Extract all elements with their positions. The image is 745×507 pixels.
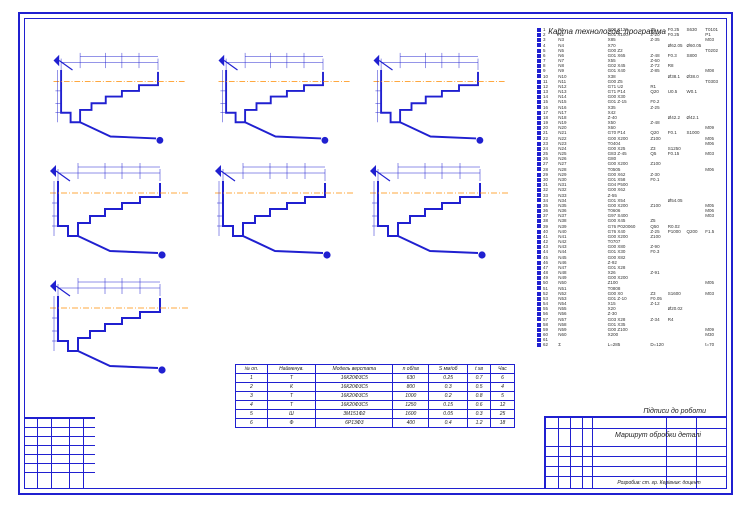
ops-header: Модель верстата: [316, 365, 393, 374]
machining-view-7: [50, 276, 190, 376]
ops-cell: 16К20Ф3С5: [316, 401, 393, 410]
ops-cell: 0.5: [468, 383, 491, 392]
ops-cell: 400: [393, 419, 429, 428]
ops-cell: 0.25: [429, 374, 468, 383]
ops-cell: 16К20Ф3С5: [316, 383, 393, 392]
ops-cell: 0.05: [429, 410, 468, 419]
spec-cell: Ø60.05: [684, 43, 703, 48]
ops-cell: 6: [236, 419, 268, 428]
ops-cell: 5: [236, 410, 268, 419]
ops-cell: 0.15: [429, 401, 468, 410]
ops-header: S мм/об: [429, 365, 468, 374]
outer-frame: Карта технологов. программа: [18, 12, 733, 495]
machining-view-5: [215, 161, 355, 261]
views-area: [35, 41, 526, 368]
spec-cell: Ø20.02: [666, 306, 685, 311]
ops-cell: Т: [267, 392, 315, 401]
spec-cell: t=70: [703, 342, 720, 347]
ops-cell: 3М151Ф2: [316, 410, 393, 419]
ops-header: t хв: [468, 365, 491, 374]
ops-cell: 4: [490, 383, 514, 392]
tb-main-title: Маршрут обробки деталі: [594, 432, 722, 439]
spec-cell: T0202: [703, 48, 720, 53]
ops-cell: 5: [490, 392, 514, 401]
machining-view-1: [50, 51, 190, 146]
ops-cell: 0.4: [429, 419, 468, 428]
machining-view-2: [215, 51, 355, 146]
spec-cell: T0303: [703, 79, 720, 84]
spec-cell: Ø62.05: [666, 43, 685, 48]
spec-cell: Ø54.05: [666, 198, 685, 203]
ops-header: Час: [490, 365, 514, 374]
operations-table: № оп.Найменув.Модель верстатаn об/хвS мм…: [235, 364, 515, 428]
ops-cell: Т: [267, 374, 315, 383]
spec-cell: L=285: [606, 342, 649, 347]
ops-cell: 6Р13Ф3: [316, 419, 393, 428]
ops-cell: 3: [236, 392, 268, 401]
ops-cell: 6: [490, 374, 514, 383]
ops-cell: 0.7: [468, 374, 491, 383]
revision-block: [25, 417, 95, 488]
machining-view-6: [370, 161, 510, 261]
ops-cell: 1: [236, 374, 268, 383]
spec-cell: [666, 342, 685, 347]
ops-cell: 4: [236, 401, 268, 410]
ops-cell: 0.3: [468, 410, 491, 419]
spec-cell: Σ: [556, 342, 605, 347]
ops-cell: 630: [393, 374, 429, 383]
ops-cell: 800: [393, 383, 429, 392]
ops-cell: 1.2: [468, 419, 491, 428]
ops-cell: Т: [267, 401, 315, 410]
ops-header: Найменув.: [267, 365, 315, 374]
machining-view-4: [50, 161, 190, 261]
ops-cell: 2: [236, 383, 268, 392]
ops-cell: 1000: [393, 392, 429, 401]
ops-cell: 0.2: [429, 392, 468, 401]
spec-cell: [684, 342, 703, 347]
machining-view-3: [370, 51, 510, 146]
ops-cell: 16К20Ф3С5: [316, 392, 393, 401]
tb-caption: Підписи до роботи: [643, 408, 706, 415]
ops-cell: 1600: [393, 410, 429, 419]
specification-table: 1N1G00 X120Z5F0.25S630T01012N2G01 X100Z-…: [535, 27, 720, 348]
drawing-sheet: Карта технологов. программа: [0, 0, 745, 507]
ops-cell: 0.6: [468, 401, 491, 410]
ops-header: № оп.: [236, 365, 268, 374]
title-block: Підписи до роботи Маршрут обробки деталі…: [544, 416, 726, 488]
spec-cell: D=120: [648, 342, 665, 347]
ops-header: n об/хв: [393, 365, 429, 374]
ops-cell: Ф: [267, 419, 315, 428]
ops-cell: 16К20Ф3С5: [316, 374, 393, 383]
ops-cell: 0.8: [468, 392, 491, 401]
ops-cell: 25: [490, 410, 514, 419]
ops-cell: К: [267, 383, 315, 392]
ops-cell: Ш: [267, 410, 315, 419]
ops-cell: 1250: [393, 401, 429, 410]
ops-cell: 0.3: [429, 383, 468, 392]
ops-cell: 12: [490, 401, 514, 410]
inner-frame: Карта технологов. программа: [24, 18, 727, 489]
ops-cell: 18: [490, 419, 514, 428]
spec-idx: 62: [535, 342, 556, 347]
tb-footer: Розробив: ст. гр. Керівник: доцент: [596, 481, 722, 487]
